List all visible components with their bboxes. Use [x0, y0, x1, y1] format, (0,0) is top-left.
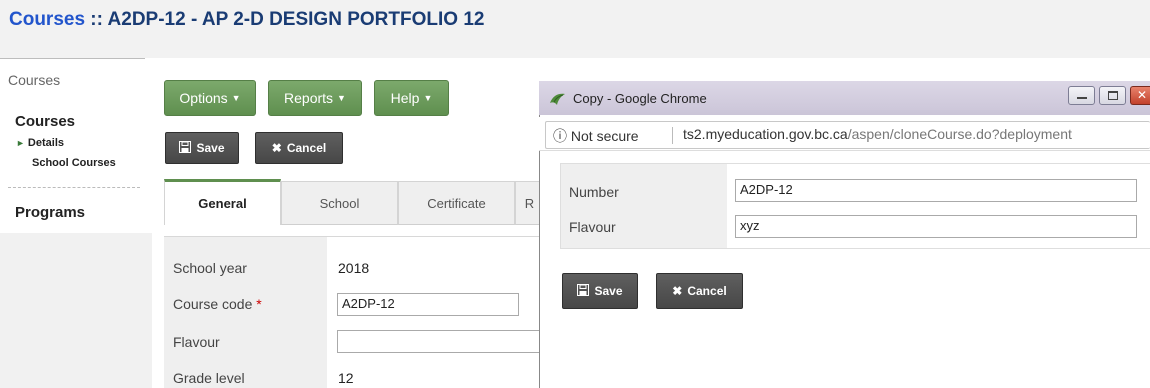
breadcrumb-courses-link[interactable]: Courses [9, 9, 85, 30]
number-input[interactable]: A2DP-12 [735, 179, 1137, 202]
nav-item-details[interactable]: ► Details [16, 137, 64, 149]
minimize-icon [1077, 97, 1087, 99]
cancel-button[interactable]: ✖ Cancel [255, 132, 343, 164]
grade-level-value: 12 [338, 370, 354, 386]
options-menu-label: Options [179, 90, 228, 106]
number-label: Number [569, 184, 619, 200]
popup-cancel-button[interactable]: ✖ Cancel [656, 273, 743, 309]
flavour-input[interactable] [337, 330, 541, 353]
address-divider [672, 127, 673, 144]
help-menu-label: Help [390, 90, 420, 106]
save-icon [577, 283, 590, 299]
course-code-label-text: Course code [173, 296, 253, 312]
save-button[interactable]: Save [165, 132, 239, 164]
security-label: Not secure [570, 128, 639, 144]
active-arrow-icon: ► [16, 138, 25, 148]
school-year-value: 2018 [338, 260, 370, 276]
popup-flavour-input[interactable]: xyz [735, 215, 1137, 238]
tab-general[interactable]: General [164, 179, 281, 225]
course-code-input[interactable]: A2DP-12 [337, 293, 519, 316]
title-divider [0, 58, 145, 59]
nav-header: Courses [8, 72, 61, 88]
popup-save-label: Save [594, 284, 623, 298]
minimize-button[interactable] [1068, 86, 1095, 105]
cancel-button-label: Cancel [286, 141, 327, 155]
nav-section-courses[interactable]: Courses [15, 113, 75, 130]
nav-item-details-label: Details [27, 137, 64, 149]
caret-down-icon: ▼ [231, 93, 241, 103]
popup-cancel-label: Cancel [687, 284, 727, 298]
page-title: Courses :: A2DP-12 - AP 2-D DESIGN PORTF… [9, 9, 484, 31]
nav-divider [8, 187, 140, 188]
options-menu-button[interactable]: Options ▼ [164, 80, 256, 116]
security-indicator[interactable]: ⓘ Not secure [553, 126, 639, 146]
maximize-button[interactable] [1099, 86, 1126, 105]
url-path: /aspen/cloneCourse.do?deployment [847, 126, 1072, 142]
reports-menu-button[interactable]: Reports ▼ [268, 80, 362, 116]
popup-window-title: Copy - Google Chrome [573, 91, 707, 106]
course-code-label: Course code * [173, 296, 262, 312]
chrome-icon [549, 92, 566, 106]
nav-background [0, 233, 152, 388]
info-icon: ⓘ [553, 128, 567, 144]
reports-menu-label: Reports [284, 90, 334, 106]
save-icon [179, 140, 192, 156]
nav-item-school-courses[interactable]: School Courses [32, 157, 116, 169]
help-menu-button[interactable]: Help ▼ [374, 80, 449, 116]
page-title-text: :: A2DP-12 - AP 2-D DESIGN PORTFOLIO 12 [85, 9, 485, 30]
flavour-label: Flavour [173, 334, 220, 350]
cancel-icon: ✖ [271, 141, 282, 155]
popup-save-button[interactable]: Save [562, 273, 638, 309]
close-icon: ✕ [1137, 88, 1148, 102]
caret-down-icon: ▼ [423, 93, 433, 103]
save-button-label: Save [196, 141, 225, 155]
close-button[interactable]: ✕ [1130, 86, 1150, 105]
copy-form-label-column [561, 164, 727, 248]
url-text[interactable]: ts2.myeducation.gov.bc.ca/aspen/cloneCou… [683, 126, 1072, 142]
maximize-icon [1108, 91, 1118, 100]
grade-level-label: Grade level [173, 370, 245, 386]
tab-school[interactable]: School [281, 181, 398, 225]
url-domain: ts2.myeducation.gov.bc.ca [683, 126, 848, 142]
popup-flavour-label: Flavour [569, 219, 616, 235]
tab-certificate[interactable]: Certificate [398, 181, 515, 225]
school-year-label: School year [173, 260, 247, 276]
caret-down-icon: ▼ [337, 93, 346, 103]
cancel-icon: ✖ [672, 284, 683, 298]
required-marker: * [256, 296, 262, 312]
nav-section-programs[interactable]: Programs [15, 204, 85, 221]
